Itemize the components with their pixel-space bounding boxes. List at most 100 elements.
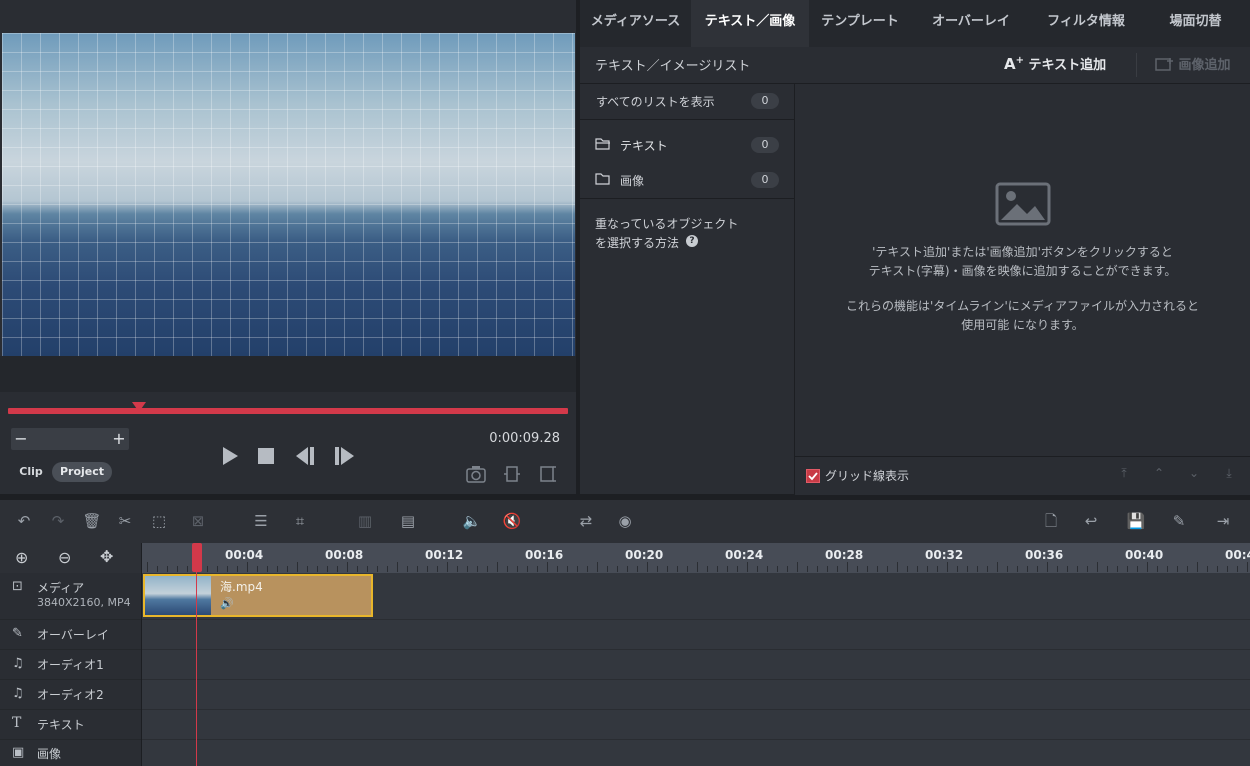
zoom-in-icon[interactable]: ⊕ [15,548,28,567]
tab-template[interactable]: テンプレート [809,0,911,47]
save-icon[interactable]: 💾 [1125,510,1147,532]
ruler-tick [467,566,468,572]
ruler-tick [697,562,698,572]
ruler-tick [737,566,738,572]
move-up-icon[interactable]: ⌃ [1149,466,1169,482]
ruler-tick [987,566,988,572]
select-region-icon[interactable]: ⬚ [148,510,170,532]
new-project-icon[interactable]: 🗋 [1040,510,1062,532]
ruler-tick [587,566,588,572]
fit-timeline-icon[interactable]: ✥ [100,547,113,566]
tab-transition[interactable]: 場面切替 [1141,0,1250,47]
ruler-tick [1187,566,1188,572]
image-left-icon[interactable]: ▥ [352,510,378,532]
preview-eye-icon[interactable]: ◉ [614,510,636,532]
ruler-label: 00:40 [1125,548,1164,562]
ruler-tick [307,566,308,572]
grid-overlay [2,33,575,356]
undo-icon[interactable]: ↶ [13,510,35,532]
ruler-tick [1037,566,1038,572]
next-frame-button[interactable] [333,444,359,468]
ruler-tick [927,566,928,572]
divider [580,198,794,199]
tab-text-image[interactable]: テキスト／画像 [691,0,809,47]
clip-mode-button[interactable]: Clip [14,462,48,482]
film-icon: ⊡ [12,579,23,594]
aspect-button[interactable] [501,464,523,484]
list-item-text[interactable]: テキスト [620,137,668,154]
add-image-button[interactable]: 画像追加 [1154,54,1250,76]
image-right-icon[interactable]: ▤ [395,510,421,532]
cut-icon[interactable]: ✂ [114,510,136,532]
seek-thumb[interactable] [132,402,146,412]
grid-label[interactable]: グリッド線表示 [825,467,909,484]
ruler-tick [417,566,418,572]
ruler-label: 00:32 [925,548,964,562]
track-media[interactable]: ⊡ メディア 3840X2160, MP4 [0,573,141,620]
track-lane-text[interactable] [142,709,1250,740]
ruler-tick [1007,566,1008,572]
volume-icon[interactable]: 🔈 [461,510,483,532]
playhead-handle[interactable] [192,543,202,572]
track-overlay[interactable]: ✎ オーバーレイ [0,619,141,650]
ruler-tick [1117,566,1118,572]
snapshot-button[interactable] [465,464,487,484]
tab-media-source[interactable]: メディアソース [580,0,691,47]
zoom-out-button[interactable]: − [11,428,31,450]
grid-checkbox[interactable] [806,469,820,483]
list-item-image[interactable]: 画像 [620,172,644,189]
track-audio1[interactable]: ♫ オーディオ1 [0,649,141,680]
zoom-in-button[interactable]: + [109,428,129,450]
ruler-tick [527,566,528,572]
ruler-tick [277,566,278,572]
timeline-ruler[interactable] [142,543,1250,573]
track-lane-image[interactable] [142,739,1250,766]
redo-icon[interactable]: ↷ [47,510,69,532]
track-text[interactable]: T テキスト [0,709,141,740]
track-lane-audio2[interactable] [142,679,1250,710]
track-image[interactable]: ▣ 画像 [0,739,141,766]
help-text-line2[interactable]: を選択する方法 [595,234,679,251]
help-icon[interactable]: ? [686,235,698,247]
tab-filter-info[interactable]: フィルタ情報 [1031,0,1141,47]
zoom-out-icon[interactable]: ⊖ [58,548,71,567]
tab-overlay[interactable]: オーバーレイ [911,0,1031,47]
ruler-label: 00:08 [325,548,364,562]
ruler-tick [367,566,368,572]
crop-icon[interactable]: ⌗ [289,510,311,532]
track-audio2[interactable]: ♫ オーディオ2 [0,679,141,710]
ruler-tick [227,566,228,572]
swap-media-icon[interactable]: ⇄ [573,510,599,532]
show-all-label[interactable]: すべてのリストを表示 [596,93,715,110]
clear-selection-icon[interactable]: ⊠ [187,510,209,532]
ruler-tick [627,566,628,572]
help-text-line1[interactable]: 重なっているオブジェクト [595,215,738,232]
ruler-tick [257,566,258,572]
export-icon[interactable]: ⇥ [1212,510,1234,532]
track-name: 画像 [37,747,62,761]
delete-icon[interactable]: 🗑 [81,510,103,532]
move-top-icon[interactable]: ⤒ [1114,466,1134,482]
seek-bar[interactable] [8,408,568,414]
prev-frame-button[interactable] [292,444,318,468]
mute-icon[interactable]: 🔇 [501,510,523,532]
move-down-icon[interactable]: ⌄ [1184,466,1204,482]
add-text-button[interactable]: A+ テキスト追加 [1004,54,1116,76]
open-project-icon[interactable]: ↩ [1080,510,1102,532]
ruler-tick [1127,566,1128,572]
prev-frame-icon [296,447,314,465]
ruler-tick [937,566,938,572]
play-button[interactable] [218,444,244,468]
stop-button[interactable] [254,444,280,468]
track-lane-audio1[interactable] [142,649,1250,680]
project-mode-button[interactable]: Project [52,462,112,482]
ruler-tick [537,566,538,572]
split-view-button[interactable] [537,464,559,484]
save-as-icon[interactable]: ✎ [1168,510,1190,532]
track-lane-overlay[interactable] [142,619,1250,650]
ruler-tick [967,566,968,572]
adjust-icon[interactable]: ☰ [250,510,272,532]
move-bottom-icon[interactable]: ⤓ [1219,466,1239,482]
video-preview[interactable] [2,33,575,356]
ruler-tick [297,562,298,572]
